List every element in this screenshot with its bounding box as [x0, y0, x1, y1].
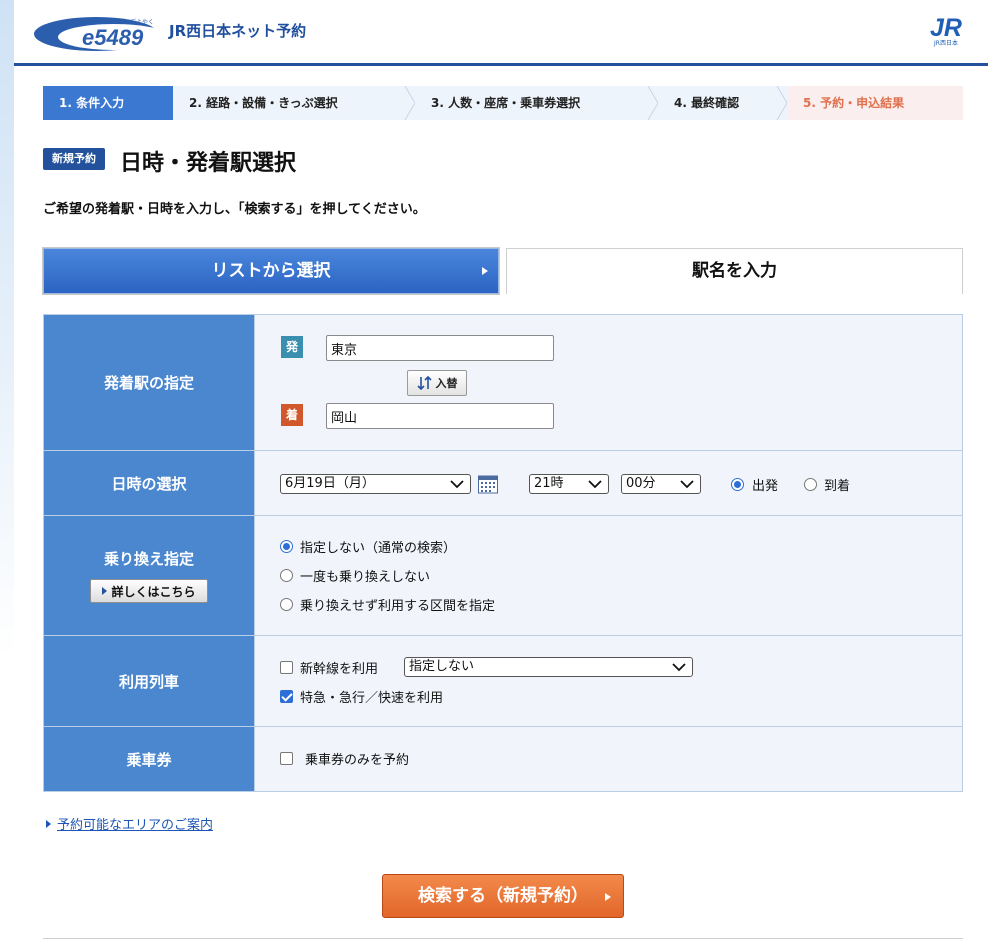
left-gradient-strip — [0, 0, 14, 940]
instruction-text: ご希望の発着駅・日時を入力し、「検索する」を押してください。 — [43, 202, 426, 217]
swap-arrows-icon — [416, 376, 432, 390]
chevron-down-icon — [450, 480, 464, 489]
chevron-down-icon — [588, 480, 602, 489]
e5489-logo[interactable]: e5489 いいごよやく — [34, 10, 174, 54]
departure-icon: 発 — [281, 336, 303, 358]
tab-list-select[interactable]: リストから選択 — [42, 247, 500, 295]
step-label: 1. 条件入力 — [59, 96, 125, 110]
step-label: 2. 経路・設備・きっぷ選択 — [189, 96, 338, 110]
row-ticket: 乗車券 乗車券のみを予約 — [44, 727, 962, 791]
arrow-right-icon — [102, 587, 108, 595]
step-5: 5. 予約・申込結果 — [787, 86, 963, 120]
search-button-label: 検索する（新規予約） — [418, 886, 588, 906]
express-label: 特急・急行／快速を利用 — [300, 691, 444, 706]
date-select[interactable]: 6月19日（月） — [280, 474, 471, 494]
row-stations: 発着駅の指定 発 入替 着 — [44, 315, 962, 451]
jr-west-logo[interactable]: JR JR西日本 — [928, 12, 974, 48]
new-reservation-badge: 新規予約 — [43, 148, 105, 170]
row-datetime: 日時の選択 6月19日（月） 21時 00分 出発 到着 — [44, 451, 962, 516]
chevron-down-icon — [680, 480, 694, 489]
arrive-radio[interactable] — [804, 478, 817, 491]
row-body-stations: 発 入替 着 — [255, 315, 962, 450]
search-button[interactable]: 検索する（新規予約） — [382, 874, 624, 918]
minute-select[interactable]: 00分 — [621, 474, 701, 494]
divider — [43, 938, 963, 939]
transfer-option-radio[interactable] — [280, 598, 293, 611]
transfer-option-radio[interactable] — [280, 540, 293, 553]
depart-label: 出発 — [752, 479, 779, 494]
area-guide-link[interactable]: 予約可能なエリアのご案内 — [46, 814, 213, 833]
area-guide-label: 予約可能なエリアのご案内 — [57, 818, 214, 833]
jr-logo-letters: JR — [930, 14, 962, 42]
shinkansen-select-value: 指定しない — [409, 659, 475, 674]
step-3: 3. 人数・座席・乗車券選択 — [415, 86, 659, 120]
ticket-only-checkbox[interactable] — [280, 752, 293, 765]
departure-station-input[interactable] — [326, 335, 554, 361]
arrive-label: 到着 — [824, 479, 851, 494]
arrow-right-icon — [605, 893, 611, 901]
hour-select-value: 21時 — [534, 476, 564, 491]
transfer-option-radio[interactable] — [280, 569, 293, 582]
arrow-right-icon — [482, 267, 488, 275]
row-label: 乗り換え指定 — [103, 550, 194, 568]
service-name: JR西日本ネット予約 — [169, 22, 307, 40]
tab-list-select-label: リストから選択 — [211, 261, 331, 281]
row-head-ticket: 乗車券 — [44, 727, 255, 791]
row-body-datetime: 6月19日（月） 21時 00分 出発 到着 — [255, 451, 962, 515]
swap-stations-button[interactable]: 入替 — [407, 370, 467, 396]
depart-radio[interactable] — [731, 478, 744, 491]
express-checkbox[interactable] — [280, 690, 293, 703]
row-trains: 利用列車 新幹線を利用 指定しない 特急・急行／快速を利用 — [44, 636, 962, 727]
row-body-transfer: 指定しない（通常の検索） 一度も乗り換えしない 乗り換えせず利用する区間を指定 — [255, 516, 962, 635]
step-label: 4. 最終確認 — [674, 96, 740, 110]
shinkansen-label: 新幹線を利用 — [300, 662, 379, 677]
swap-label: 入替 — [435, 377, 458, 390]
shinkansen-checkbox[interactable] — [280, 661, 293, 674]
row-label: 日時の選択 — [111, 474, 187, 493]
row-head-trains: 利用列車 — [44, 636, 255, 726]
arrival-icon: 着 — [281, 404, 303, 426]
row-head-transfer: 乗り換え指定 詳しくはこちら — [44, 516, 255, 635]
minute-select-value: 00分 — [626, 476, 656, 491]
shinkansen-select[interactable]: 指定しない — [404, 657, 693, 677]
chevron-down-icon — [672, 663, 686, 672]
progress-steps: 1. 条件入力 2. 経路・設備・きっぷ選択 3. 人数・座席・乗車券選択 4.… — [43, 86, 963, 120]
ticket-only-label: 乗車券のみを予約 — [305, 753, 410, 768]
arrow-right-icon — [46, 819, 51, 828]
tab-station-input-label: 駅名を入力 — [692, 261, 777, 281]
page-title: 日時・発着駅選択 — [120, 151, 297, 176]
row-body-trains: 新幹線を利用 指定しない 特急・急行／快速を利用 — [255, 636, 962, 726]
detail-button-label: 詳しくはこちら — [111, 584, 196, 599]
row-label: 発着駅の指定 — [103, 374, 194, 392]
transfer-option-label: 一度も乗り換えしない — [300, 570, 431, 585]
jr-logo-sub: JR西日本 — [933, 39, 958, 47]
step-2: 2. 経路・設備・きっぷ選択 — [173, 86, 416, 120]
step-4: 4. 最終確認 — [658, 86, 788, 120]
tab-station-input[interactable]: 駅名を入力 — [506, 248, 963, 294]
transfer-option-label: 指定しない（通常の検索） — [300, 541, 457, 556]
row-head-stations: 発着駅の指定 — [44, 315, 255, 450]
search-form-table: 発着駅の指定 発 入替 着 日時の選択 6月19日（月） — [43, 314, 963, 792]
date-select-value: 6月19日（月） — [285, 476, 375, 491]
row-label: 利用列車 — [118, 672, 179, 691]
step-1: 1. 条件入力 — [43, 86, 173, 120]
row-transfer: 乗り換え指定 詳しくはこちら 指定しない（通常の検索） 一度も乗り換えしない 乗… — [44, 516, 962, 636]
transfer-option-label: 乗り換えせず利用する区間を指定 — [300, 599, 496, 614]
logo-text: e5489 — [82, 25, 144, 50]
hour-select[interactable]: 21時 — [529, 474, 609, 494]
row-body-ticket: 乗車券のみを予約 — [255, 727, 962, 791]
transfer-detail-button[interactable]: 詳しくはこちら — [90, 579, 208, 603]
row-label: 乗車券 — [126, 750, 172, 769]
row-head-datetime: 日時の選択 — [44, 451, 255, 515]
logo-ruby: いいごよやく — [118, 18, 154, 26]
step-label: 5. 予約・申込結果 — [803, 96, 905, 110]
calendar-icon[interactable] — [477, 473, 499, 495]
arrival-station-input[interactable] — [326, 403, 554, 429]
site-header: e5489 いいごよやく JR西日本ネット予約 JR JR西日本 — [14, 0, 988, 66]
step-label: 3. 人数・座席・乗車券選択 — [431, 96, 581, 110]
